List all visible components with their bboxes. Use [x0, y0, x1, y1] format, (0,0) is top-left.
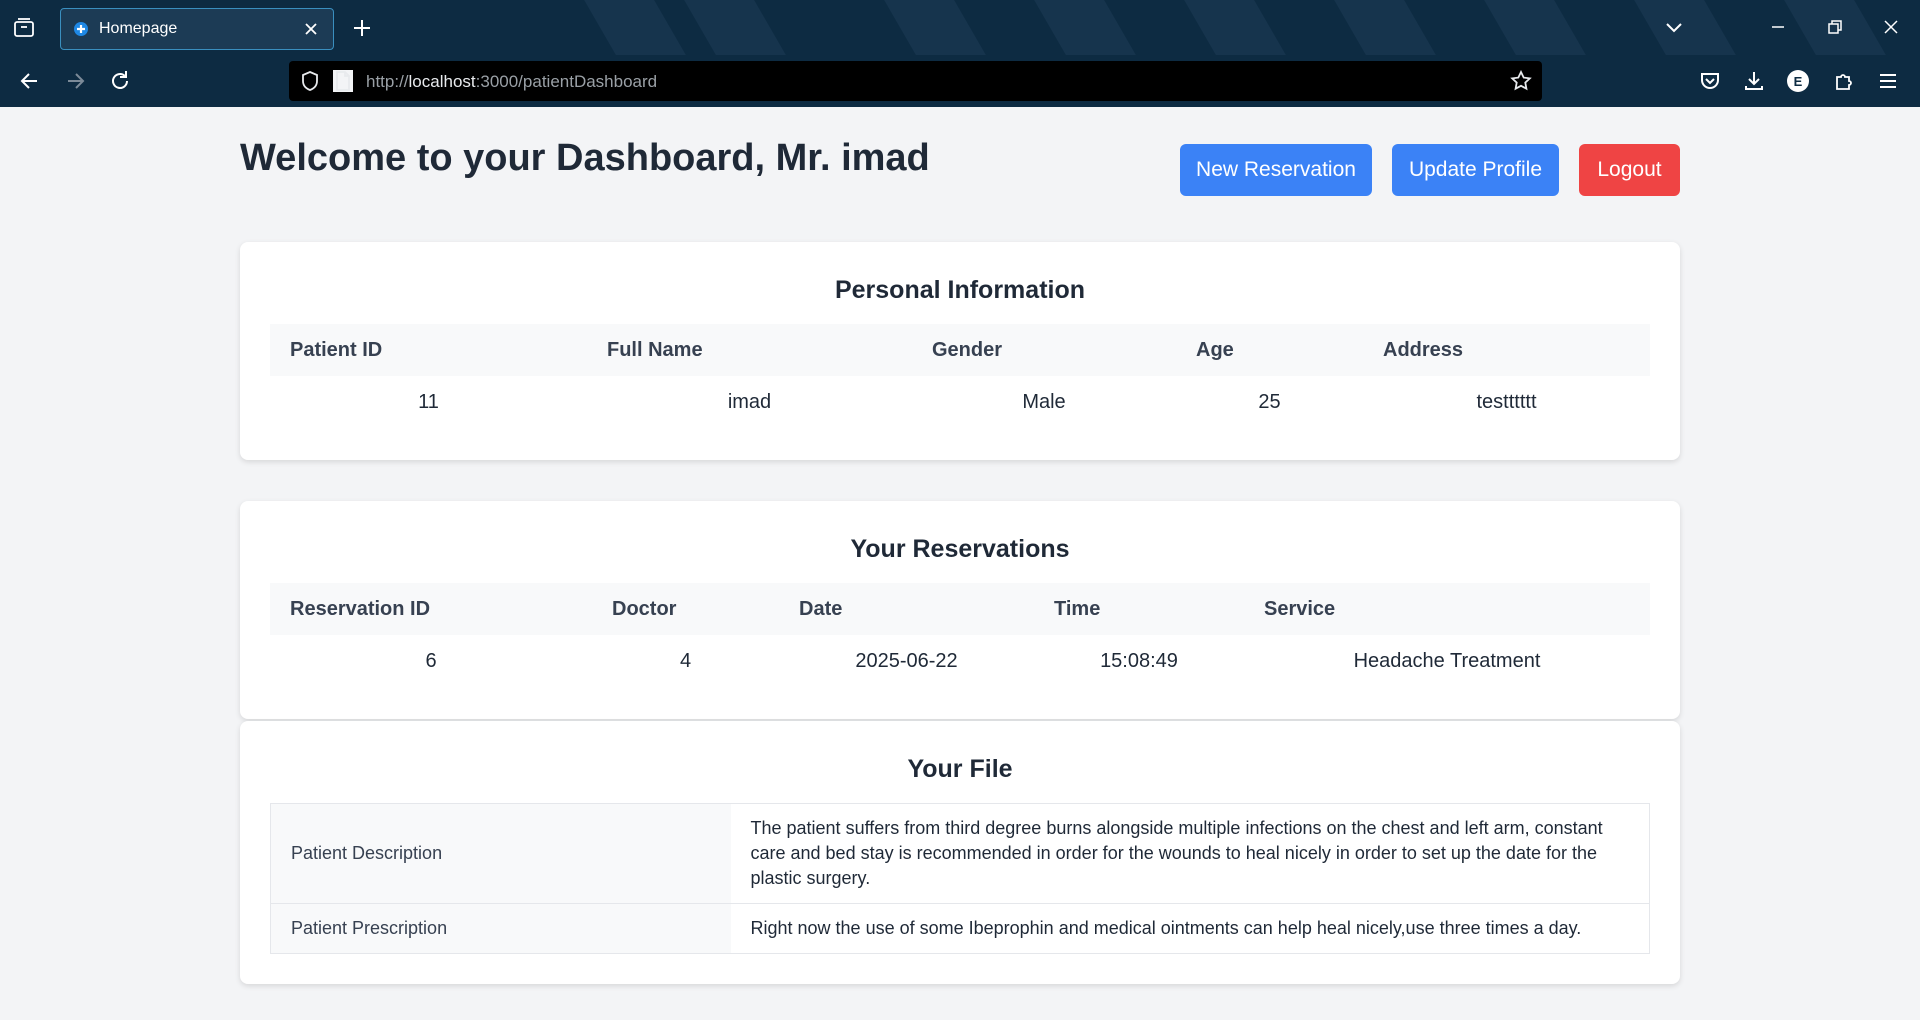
column-header: Time	[1054, 597, 1101, 620]
gender-cell: Male	[1022, 390, 1066, 413]
column-header: Full Name	[607, 338, 703, 361]
table-row: Patient Description The patient suffers …	[270, 803, 1650, 904]
bookmark-star-icon[interactable]	[1510, 70, 1532, 92]
back-icon[interactable]	[17, 68, 43, 94]
menu-icon[interactable]	[1875, 68, 1901, 94]
profile-initial: E	[1794, 74, 1803, 89]
tab-title: Homepage	[99, 20, 178, 37]
description-value: The patient suffers from third degree bu…	[750, 818, 1603, 888]
column-header: Patient ID	[290, 338, 383, 361]
reservations-table: Reservation ID Doctor Date Time Service …	[270, 583, 1650, 687]
column-header: Reservation ID	[290, 597, 431, 620]
extensions-icon[interactable]	[1831, 68, 1857, 94]
address-cell: testttttt	[1476, 390, 1537, 413]
column-header: Age	[1196, 338, 1234, 361]
column-header: Service	[1264, 597, 1336, 620]
full-name-cell: imad	[727, 390, 772, 413]
new-reservation-button[interactable]: New Reservation	[1180, 144, 1372, 196]
decorative-stripe	[1634, 0, 1736, 55]
file-title: Your File	[907, 755, 1013, 783]
restore-icon[interactable]	[1824, 16, 1846, 38]
description-label: Patient Description	[270, 803, 731, 904]
table-header-row: Patient ID Full Name Gender Age Address	[270, 324, 1650, 376]
reservations-card: Your Reservations Reservation ID Doctor …	[240, 501, 1680, 719]
decorative-stripe	[884, 0, 986, 55]
shield-icon[interactable]	[299, 70, 321, 92]
doctor-cell: 4	[679, 649, 692, 672]
browser-tab-bar: Homepage	[0, 0, 1920, 55]
reservations-title: Your Reservations	[850, 535, 1070, 563]
browser-nav-bar: http://localhost:3000/patientDashboard E	[0, 55, 1920, 107]
age-cell: 25	[1258, 390, 1281, 413]
forward-icon[interactable]	[62, 68, 88, 94]
prescription-label: Patient Prescription	[270, 903, 731, 954]
profile-avatar-icon[interactable]: E	[1785, 68, 1811, 94]
tab-homepage[interactable]: Homepage	[60, 8, 334, 50]
url-text[interactable]: http://localhost:3000/patientDashboard	[366, 72, 657, 92]
service-cell: Headache Treatment	[1353, 649, 1541, 672]
chevron-down-icon[interactable]	[1663, 16, 1685, 38]
patient-id-cell: 11	[418, 390, 439, 413]
decorative-stripe	[1034, 0, 1136, 55]
tab-list-icon[interactable]	[12, 16, 36, 40]
reload-icon[interactable]	[107, 68, 133, 94]
column-header: Gender	[932, 338, 1003, 361]
decorative-stripe	[584, 0, 686, 55]
medical-cross-icon	[74, 22, 88, 36]
pocket-icon[interactable]	[1697, 68, 1723, 94]
personal-info-title: Personal Information	[834, 276, 1086, 304]
file-card: Your File Patient Description The patien…	[240, 721, 1680, 984]
address-bar[interactable]: http://localhost:3000/patientDashboard	[289, 61, 1542, 101]
column-header: Address	[1383, 338, 1464, 361]
personal-info-table: Patient ID Full Name Gender Age Address …	[270, 324, 1650, 428]
update-profile-button[interactable]: Update Profile	[1392, 144, 1559, 196]
decorative-stripe	[684, 0, 786, 55]
decorative-stripe	[1184, 0, 1286, 55]
column-header: Doctor	[612, 597, 677, 620]
prescription-value: Right now the use of some Ibeprophin and…	[750, 918, 1582, 938]
column-header: Date	[799, 597, 843, 620]
table-header-row: Reservation ID Doctor Date Time Service	[270, 583, 1650, 635]
page-title: Welcome to your Dashboard, Mr. imad	[240, 137, 930, 179]
dashboard-page: Welcome to your Dashboard, Mr. imad New …	[0, 107, 1920, 1020]
personal-info-card: Personal Information Patient ID Full Nam…	[240, 242, 1680, 460]
close-tab-icon[interactable]	[301, 19, 321, 39]
close-window-icon[interactable]	[1880, 16, 1902, 38]
date-cell: 2025-06-22	[855, 649, 958, 672]
table-row: 6 4 2025-06-22 15:08:49 Headache Treatme…	[270, 635, 1650, 687]
download-icon[interactable]	[1741, 68, 1767, 94]
decorative-stripe	[1484, 0, 1586, 55]
page-icon[interactable]	[333, 70, 353, 92]
new-tab-icon[interactable]	[350, 16, 374, 40]
minimize-icon[interactable]	[1767, 16, 1789, 38]
table-row: 11 imad Male 25 testttttt	[270, 376, 1650, 428]
time-cell: 15:08:49	[1100, 649, 1178, 672]
decorative-stripe	[1334, 0, 1436, 55]
table-row: Patient Prescription Right now the use o…	[270, 903, 1650, 954]
file-table: Patient Description The patient suffers …	[270, 803, 1650, 954]
reservation-id-cell: 6	[425, 649, 437, 672]
logout-button[interactable]: Logout	[1579, 144, 1680, 196]
